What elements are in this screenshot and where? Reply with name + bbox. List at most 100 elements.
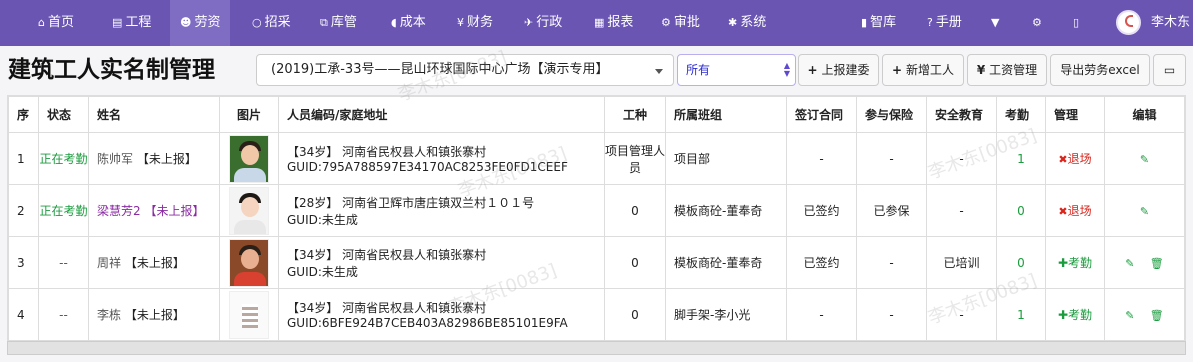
attendance-cell: 1 bbox=[996, 132, 1046, 185]
select-arrows-icon: ▲ ▼ bbox=[783, 61, 790, 78]
nav-mobile[interactable]: ▯ bbox=[1073, 0, 1082, 46]
mobile-icon: ▯ bbox=[1073, 16, 1080, 29]
cost-icon: ◖ bbox=[391, 16, 397, 29]
nav-library[interactable]: ▮ 智库 bbox=[861, 0, 896, 46]
attendance-cell: 0 bbox=[996, 184, 1046, 237]
id-address-cell: 【34岁】 河南省民权县人和镇张寨村 GUID:795A788597E34170A… bbox=[278, 132, 605, 185]
nav-approve[interactable]: ⚙ 审批 bbox=[661, 0, 700, 46]
worker-photo[interactable] bbox=[229, 290, 269, 339]
contract-cell: 已签约 bbox=[786, 184, 857, 237]
contract-cell: 已签约 bbox=[786, 236, 857, 289]
project-select[interactable]: (2019)工承-33号——昆山环球国际中心广场【演示专用】 bbox=[256, 54, 674, 86]
job-type-cell: 0 bbox=[604, 288, 666, 341]
close-icon: ✖ bbox=[1058, 205, 1068, 218]
manual-icon: ? bbox=[927, 16, 933, 29]
photo-cell[interactable] bbox=[219, 236, 279, 289]
nav-bid[interactable]: ○ 招采 bbox=[252, 0, 291, 46]
id-address-cell: 【34岁】 河南省民权县人和镇张寨村 GUID:6BFE924B7CEB403A8… bbox=[278, 288, 605, 341]
nav-home[interactable]: ⌂ 首页 bbox=[38, 0, 74, 46]
plus-icon: ✚ bbox=[1057, 308, 1069, 322]
header-edit: 编辑 bbox=[1104, 96, 1185, 133]
header-job-type: 工种 bbox=[604, 96, 666, 133]
photo-cell[interactable] bbox=[219, 288, 279, 341]
job-type-cell: 0 bbox=[604, 236, 666, 289]
photo-cell[interactable] bbox=[219, 184, 279, 237]
user-name[interactable]: 李木东 bbox=[1151, 0, 1190, 46]
header-status: 状态 bbox=[38, 96, 89, 133]
nav-cost[interactable]: ◖ 成本 bbox=[391, 0, 426, 46]
worker-photo[interactable] bbox=[229, 186, 269, 235]
nav-labor[interactable]: ☻ 劳资 bbox=[170, 0, 231, 46]
nav-finance[interactable]: ¥ 财务 bbox=[457, 0, 493, 46]
status-badge: -- bbox=[38, 288, 89, 341]
table-row: 4 -- 李栋 【未上报】 【34岁】 河南省民权县人和镇张寨村 GUID:6BF… bbox=[8, 288, 1185, 341]
insurance-cell: 已参保 bbox=[856, 184, 927, 237]
safety-cell: - bbox=[926, 184, 997, 237]
worker-name-cell[interactable]: 李栋 【未上报】 bbox=[88, 288, 220, 341]
export-excel-button[interactable]: 导出劳务excel bbox=[1050, 54, 1150, 86]
nav-settings[interactable]: ⚙ bbox=[1032, 0, 1045, 46]
status-badge: 正在考勤 bbox=[38, 184, 89, 237]
header-id-address: 人员编码/家庭地址 bbox=[278, 96, 605, 133]
wage-management-button[interactable]: ¥ 工资管理 bbox=[967, 54, 1047, 86]
attendance-button[interactable]: ✚考勤 bbox=[1045, 236, 1105, 289]
team-cell: 模板商砼-董奉奇 bbox=[665, 184, 787, 237]
id-address-cell: 【28岁】 河南省卫辉市唐庄镇双兰村１０１号 GUID:未生成 bbox=[278, 184, 605, 237]
warehouse-icon: ⧉ bbox=[320, 16, 328, 29]
system-icon: ✱ bbox=[728, 16, 738, 29]
row-no: 2 bbox=[8, 184, 39, 237]
labor-icon: ☻ bbox=[180, 16, 192, 29]
table-row: 3 -- 周祥 【未上报】 【34岁】 河南省民权县人和镇张寨村 GUID:未生成… bbox=[8, 236, 1185, 289]
safety-cell: - bbox=[926, 132, 997, 185]
exit-button[interactable]: ✖退场 bbox=[1045, 184, 1105, 237]
nav-system[interactable]: ✱ 系统 bbox=[728, 0, 766, 46]
display-toggle-button[interactable]: ▭ bbox=[1153, 54, 1186, 86]
nav-manual[interactable]: ? 手册 bbox=[927, 0, 962, 46]
plus-icon: ✚ bbox=[1057, 256, 1069, 270]
home-icon: ⌂ bbox=[38, 16, 45, 29]
insurance-cell: - bbox=[856, 288, 927, 341]
worker-photo[interactable] bbox=[229, 238, 269, 287]
finance-icon: ¥ bbox=[457, 16, 464, 29]
worker-photo[interactable] bbox=[229, 134, 269, 183]
worker-name-cell[interactable]: 梁慧芳2 【未上报】 bbox=[88, 184, 220, 237]
edit-icon[interactable]: ✎ bbox=[1125, 309, 1134, 322]
nav-warehouse[interactable]: ⧉ 库管 bbox=[320, 0, 357, 46]
job-type-cell: 0 bbox=[604, 184, 666, 237]
contract-cell: - bbox=[786, 288, 857, 341]
trash-icon[interactable]: 🗑 bbox=[1150, 257, 1164, 270]
team-cell: 脚手架-李小光 bbox=[665, 288, 787, 341]
add-worker-button[interactable]: + 新增工人 bbox=[882, 54, 964, 86]
user-avatar[interactable] bbox=[1116, 10, 1141, 35]
attendance-button[interactable]: ✚考勤 bbox=[1045, 288, 1105, 341]
nav-report[interactable]: ▦ 报表 bbox=[594, 0, 633, 46]
horizontal-scrollbar[interactable] bbox=[7, 341, 1186, 355]
status-filter-select[interactable]: 所有 ▲ ▼ bbox=[677, 54, 796, 86]
job-type-cell: 项目管理人员 bbox=[604, 132, 666, 185]
library-icon: ▮ bbox=[861, 16, 868, 29]
header-team: 所属班组 bbox=[665, 96, 787, 133]
status-badge: -- bbox=[38, 236, 89, 289]
exit-button[interactable]: ✖退场 bbox=[1045, 132, 1105, 185]
header-safety: 安全教育 bbox=[926, 96, 997, 133]
worker-name-cell[interactable]: 周祥 【未上报】 bbox=[88, 236, 220, 289]
id-address-cell: 【34岁】 河南省民权县人和镇张寨村 GUID:未生成 bbox=[278, 236, 605, 289]
row-no: 1 bbox=[8, 132, 39, 185]
worker-name-cell[interactable]: 陈帅军 【未上报】 bbox=[88, 132, 220, 185]
edit-icon[interactable]: ✎ bbox=[1140, 153, 1149, 166]
edit-icon[interactable]: ✎ bbox=[1125, 257, 1134, 270]
nav-cart[interactable]: ▼ bbox=[991, 0, 1002, 46]
nav-admin[interactable]: ✈ 行政 bbox=[524, 0, 562, 46]
project-icon: ▤ bbox=[112, 16, 123, 29]
trash-icon[interactable]: 🗑 bbox=[1150, 309, 1164, 322]
yen-icon: ¥ bbox=[976, 63, 986, 77]
report-button[interactable]: + 上报建委 bbox=[798, 54, 879, 86]
admin-icon: ✈ bbox=[524, 16, 534, 29]
edit-icon[interactable]: ✎ bbox=[1140, 205, 1149, 218]
safety-cell: 已培训 bbox=[926, 236, 997, 289]
nav-project[interactable]: ▤ 工程 bbox=[112, 0, 151, 46]
attendance-cell: 0 bbox=[996, 236, 1046, 289]
photo-cell[interactable] bbox=[219, 132, 279, 185]
row-no: 3 bbox=[8, 236, 39, 289]
table-row: 2 正在考勤 梁慧芳2 【未上报】 【28岁】 河南省卫辉市唐庄镇双兰村１０１号… bbox=[8, 184, 1185, 237]
